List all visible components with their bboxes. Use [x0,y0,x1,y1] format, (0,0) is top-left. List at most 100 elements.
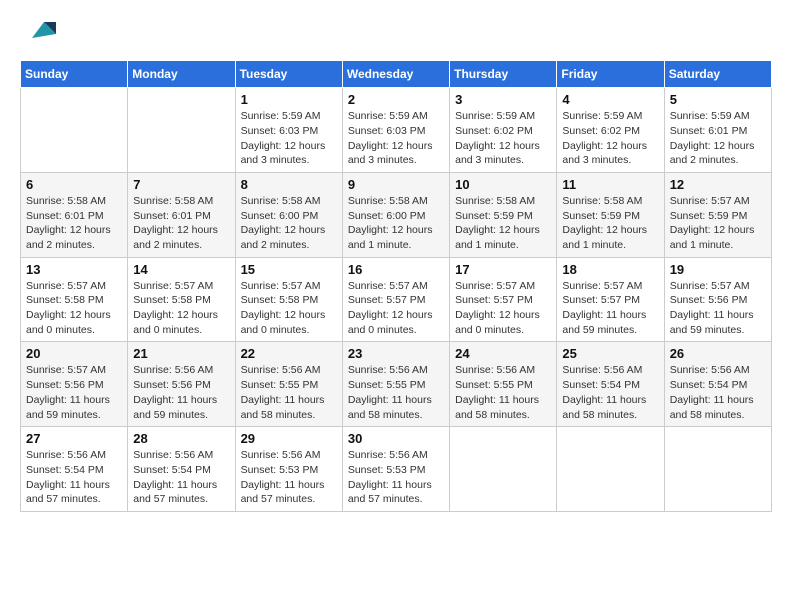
day-number: 16 [348,262,444,277]
calendar-cell: 5 Sunrise: 5:59 AM Sunset: 6:01 PM Daylig… [664,88,771,173]
calendar-cell: 10 Sunrise: 5:58 AM Sunset: 5:59 PM Dayli… [450,172,557,257]
weekday-header: Wednesday [342,61,449,88]
day-info: Sunrise: 5:58 AM Sunset: 6:00 PM Dayligh… [241,194,337,253]
day-info: Sunrise: 5:57 AM Sunset: 5:58 PM Dayligh… [26,279,122,338]
day-number: 28 [133,431,229,446]
day-number: 25 [562,346,658,361]
calendar-cell: 18 Sunrise: 5:57 AM Sunset: 5:57 PM Dayli… [557,257,664,342]
day-info: Sunrise: 5:56 AM Sunset: 5:54 PM Dayligh… [670,363,766,422]
day-number: 4 [562,92,658,107]
weekday-header: Monday [128,61,235,88]
calendar-cell: 6Sunrise: 5:58 AM Sunset: 6:01 PM Daylig… [21,172,128,257]
calendar-cell: 25 Sunrise: 5:56 AM Sunset: 5:54 PM Dayli… [557,342,664,427]
day-info: Sunrise: 5:56 AM Sunset: 5:54 PM Dayligh… [26,448,122,507]
day-number: 23 [348,346,444,361]
calendar-cell: 30Sunrise: 5:56 AM Sunset: 5:53 PM Dayli… [342,427,449,512]
calendar-cell: 14 Sunrise: 5:57 AM Sunset: 5:58 PM Dayli… [128,257,235,342]
weekday-header-row: SundayMondayTuesdayWednesdayThursdayFrid… [21,61,772,88]
calendar-cell: 26 Sunrise: 5:56 AM Sunset: 5:54 PM Dayli… [664,342,771,427]
calendar-cell: 9 Sunrise: 5:58 AM Sunset: 6:00 PM Daylig… [342,172,449,257]
day-number: 10 [455,177,551,192]
day-number: 18 [562,262,658,277]
calendar-cell: 29 Sunrise: 5:56 AM Sunset: 5:53 PM Dayli… [235,427,342,512]
day-number: 11 [562,177,658,192]
day-number: 5 [670,92,766,107]
day-info: Sunrise: 5:59 AM Sunset: 6:03 PM Dayligh… [348,109,444,168]
day-info: Sunrise: 5:57 AM Sunset: 5:57 PM Dayligh… [562,279,658,338]
day-number: 21 [133,346,229,361]
calendar-week-row: 1 Sunrise: 5:59 AM Sunset: 6:03 PM Daylig… [21,88,772,173]
day-info: Sunrise: 5:57 AM Sunset: 5:56 PM Dayligh… [26,363,122,422]
day-info: Sunrise: 5:56 AM Sunset: 5:56 PM Dayligh… [133,363,229,422]
weekday-header: Tuesday [235,61,342,88]
day-number: 24 [455,346,551,361]
day-info: Sunrise: 5:59 AM Sunset: 6:02 PM Dayligh… [455,109,551,168]
day-number: 12 [670,177,766,192]
calendar-week-row: 13 Sunrise: 5:57 AM Sunset: 5:58 PM Dayli… [21,257,772,342]
day-number: 19 [670,262,766,277]
day-number: 15 [241,262,337,277]
day-number: 29 [241,431,337,446]
calendar-cell: 19 Sunrise: 5:57 AM Sunset: 5:56 PM Dayli… [664,257,771,342]
day-info: Sunrise: 5:56 AM Sunset: 5:53 PM Dayligh… [241,448,337,507]
day-number: 20 [26,346,122,361]
calendar-cell: 27 Sunrise: 5:56 AM Sunset: 5:54 PM Dayli… [21,427,128,512]
calendar-cell [664,427,771,512]
calendar-cell: 12 Sunrise: 5:57 AM Sunset: 5:59 PM Dayli… [664,172,771,257]
day-info: Sunrise: 5:58 AM Sunset: 6:01 PM Dayligh… [133,194,229,253]
day-info: Sunrise: 5:56 AM Sunset: 5:54 PM Dayligh… [562,363,658,422]
day-info: Sunrise: 5:58 AM Sunset: 5:59 PM Dayligh… [562,194,658,253]
day-number: 3 [455,92,551,107]
day-info: Sunrise: 5:58 AM Sunset: 5:59 PM Dayligh… [455,194,551,253]
day-number: 27 [26,431,122,446]
calendar-cell: 21 Sunrise: 5:56 AM Sunset: 5:56 PM Dayli… [128,342,235,427]
day-number: 22 [241,346,337,361]
day-number: 1 [241,92,337,107]
page-header [20,20,772,44]
calendar-cell [128,88,235,173]
logo-icon [24,16,56,44]
calendar-cell: 11 Sunrise: 5:58 AM Sunset: 5:59 PM Dayli… [557,172,664,257]
day-info: Sunrise: 5:59 AM Sunset: 6:02 PM Dayligh… [562,109,658,168]
day-info: Sunrise: 5:56 AM Sunset: 5:54 PM Dayligh… [133,448,229,507]
calendar-cell: 1Sunrise: 5:59 AM Sunset: 6:03 PM Daylig… [235,88,342,173]
day-info: Sunrise: 5:57 AM Sunset: 5:59 PM Dayligh… [670,194,766,253]
calendar-week-row: 27 Sunrise: 5:56 AM Sunset: 5:54 PM Dayli… [21,427,772,512]
calendar-cell [557,427,664,512]
calendar-cell: 8Sunrise: 5:58 AM Sunset: 6:00 PM Daylig… [235,172,342,257]
day-info: Sunrise: 5:56 AM Sunset: 5:55 PM Dayligh… [348,363,444,422]
weekday-header: Thursday [450,61,557,88]
calendar-cell: 23 Sunrise: 5:56 AM Sunset: 5:55 PM Dayli… [342,342,449,427]
calendar-cell: 22 Sunrise: 5:56 AM Sunset: 5:55 PM Dayli… [235,342,342,427]
calendar-week-row: 20 Sunrise: 5:57 AM Sunset: 5:56 PM Dayli… [21,342,772,427]
calendar-cell [450,427,557,512]
day-info: Sunrise: 5:58 AM Sunset: 6:01 PM Dayligh… [26,194,122,253]
calendar-cell [21,88,128,173]
weekday-header: Sunday [21,61,128,88]
calendar-cell: 13 Sunrise: 5:57 AM Sunset: 5:58 PM Dayli… [21,257,128,342]
day-info: Sunrise: 5:57 AM Sunset: 5:58 PM Dayligh… [241,279,337,338]
day-number: 14 [133,262,229,277]
calendar-cell: 2 Sunrise: 5:59 AM Sunset: 6:03 PM Daylig… [342,88,449,173]
logo [20,20,56,44]
day-number: 9 [348,177,444,192]
calendar-cell: 4 Sunrise: 5:59 AM Sunset: 6:02 PM Daylig… [557,88,664,173]
day-info: Sunrise: 5:58 AM Sunset: 6:00 PM Dayligh… [348,194,444,253]
day-info: Sunrise: 5:56 AM Sunset: 5:55 PM Dayligh… [241,363,337,422]
calendar-cell: 24 Sunrise: 5:56 AM Sunset: 5:55 PM Dayli… [450,342,557,427]
day-info: Sunrise: 5:57 AM Sunset: 5:56 PM Dayligh… [670,279,766,338]
calendar-cell: 3 Sunrise: 5:59 AM Sunset: 6:02 PM Daylig… [450,88,557,173]
calendar-cell: 7Sunrise: 5:58 AM Sunset: 6:01 PM Daylig… [128,172,235,257]
day-info: Sunrise: 5:56 AM Sunset: 5:55 PM Dayligh… [455,363,551,422]
day-number: 13 [26,262,122,277]
day-info: Sunrise: 5:57 AM Sunset: 5:57 PM Dayligh… [348,279,444,338]
day-info: Sunrise: 5:57 AM Sunset: 5:58 PM Dayligh… [133,279,229,338]
calendar-cell: 15 Sunrise: 5:57 AM Sunset: 5:58 PM Dayli… [235,257,342,342]
calendar-cell: 16 Sunrise: 5:57 AM Sunset: 5:57 PM Dayli… [342,257,449,342]
weekday-header: Saturday [664,61,771,88]
day-number: 26 [670,346,766,361]
day-info: Sunrise: 5:59 AM Sunset: 6:01 PM Dayligh… [670,109,766,168]
day-number: 2 [348,92,444,107]
weekday-header: Friday [557,61,664,88]
calendar-table: SundayMondayTuesdayWednesdayThursdayFrid… [20,60,772,512]
